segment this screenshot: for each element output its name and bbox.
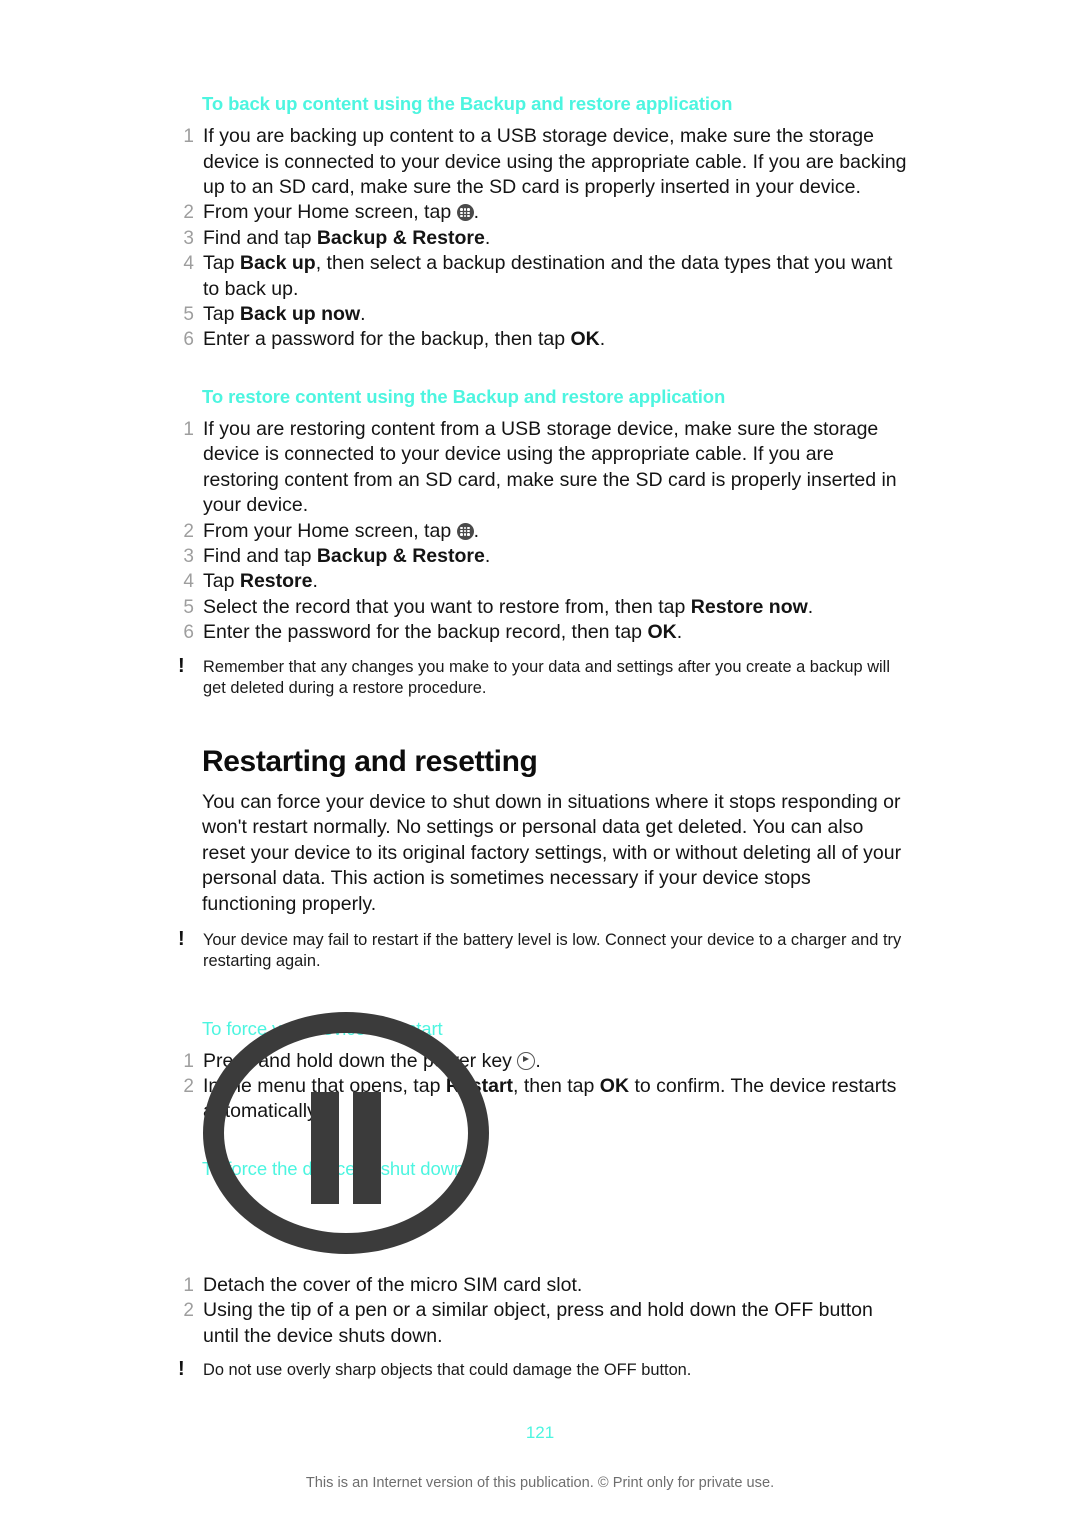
steps-restore: 1 If you are restoring content from a US…	[172, 417, 910, 646]
step-number: 3	[183, 227, 194, 249]
note-off-button-warning: ! Do not use overly sharp objects that c…	[172, 1358, 910, 1382]
intro-paragraph: You can force your device to shut down i…	[202, 790, 902, 915]
pause-in-circle-icon	[203, 1012, 489, 1254]
step-text-post: .	[312, 570, 318, 593]
step-emphasis: OK	[647, 621, 677, 644]
heading-backup-procedure: To back up content using the Backup and …	[202, 93, 733, 114]
step-text-pre: Tap	[203, 252, 240, 275]
step-number: 5	[183, 596, 194, 618]
step-text-pre: From your Home screen, tap	[203, 519, 457, 542]
step-number: 1	[183, 1275, 194, 1296]
note-battery-warning: ! Your device may fail to restart if the…	[172, 927, 910, 973]
list-item: 2 From your Home screen, tap .	[172, 200, 910, 225]
step-text-post: .	[807, 595, 814, 618]
exclamation-icon: !	[178, 1358, 185, 1381]
app-drawer-icon	[456, 204, 474, 222]
step-text-pre: Find and tap	[203, 544, 317, 567]
step-text-post: .	[360, 302, 366, 325]
step-number: 2	[183, 202, 194, 224]
step-emphasis: OK	[570, 328, 600, 351]
step-number: 5	[183, 303, 194, 325]
circle-outline	[203, 1012, 489, 1254]
list-item: 4 Tap Back up, then select a backup dest…	[172, 251, 910, 302]
list-item: 6 Enter the password for the backup reco…	[172, 620, 910, 645]
step-emphasis: Restore	[239, 570, 313, 593]
list-item: 1 If you are restoring content from a US…	[172, 417, 910, 519]
step-text-pre: Find and tap	[203, 226, 317, 249]
list-item: 1 Detach the cover of the micro SIM card…	[172, 1273, 910, 1298]
step-text-pre: Tap	[203, 302, 240, 325]
step-text: If you are restoring content from a USB …	[203, 417, 897, 517]
power-key-icon	[517, 1051, 536, 1070]
list-item: 3 Find and tap Backup & Restore.	[172, 226, 910, 251]
step-text-pre: Tap	[203, 570, 240, 593]
step-number: 2	[183, 1300, 194, 1322]
step-emphasis: Back up now	[239, 302, 361, 325]
exclamation-icon: !	[178, 654, 185, 677]
exclamation-icon: !	[178, 927, 185, 950]
step-number: 6	[183, 329, 194, 351]
step-text-pre: Enter the password for the backup record…	[203, 621, 648, 644]
step-emphasis: Back up	[239, 252, 316, 275]
step-text-post: .	[473, 519, 480, 542]
step-emphasis: Backup & Restore	[316, 544, 485, 567]
page-content-lower: 1 Detach the cover of the micro SIM card…	[172, 1273, 910, 1382]
step-text: If you are backing up content to a USB s…	[203, 125, 907, 198]
step-text: Detach the cover of the micro SIM card s…	[203, 1274, 583, 1296]
note-restore-warning: ! Remember that any changes you make to …	[172, 654, 910, 700]
note-text: Do not use overly sharp objects that cou…	[203, 1361, 692, 1380]
list-item: 5 Select the record that you want to res…	[172, 595, 910, 620]
step-number: 4	[183, 571, 194, 593]
step-text-post: .	[676, 621, 683, 644]
pause-bar-right	[353, 1092, 381, 1204]
note-text: Remember that any changes you make to yo…	[203, 657, 890, 698]
step-text-post: .	[535, 1049, 541, 1072]
step-number: 1	[183, 1050, 194, 1072]
step-emphasis: Restore now	[690, 595, 808, 618]
step-text-post: .	[484, 544, 491, 567]
step-emphasis-2: OK	[599, 1075, 630, 1098]
step-number: 2	[183, 520, 194, 542]
list-item: 3 Find and tap Backup & Restore.	[172, 544, 910, 569]
list-item: 2 Using the tip of a pen or a similar ob…	[172, 1298, 910, 1349]
page-title: Restarting and resetting	[202, 744, 538, 778]
step-text-post: .	[473, 201, 480, 224]
step-text-pre: Enter a password for the backup, then ta…	[203, 328, 571, 351]
note-text: Your device may fail to restart if the b…	[203, 930, 902, 971]
step-number: 1	[183, 418, 194, 440]
step-number: 6	[183, 622, 194, 644]
list-item: 2 From your Home screen, tap .	[172, 519, 910, 544]
list-item: 5 Tap Back up now.	[172, 302, 910, 327]
step-number: 3	[183, 545, 194, 567]
pause-bar-left	[311, 1092, 339, 1204]
step-text-mid: , then tap	[513, 1075, 600, 1098]
step-text-pre: Select the record that you want to resto…	[203, 595, 691, 618]
manual-page: To back up content using the Backup and …	[0, 0, 1080, 1527]
step-text-post: .	[599, 328, 606, 351]
footer-note: This is an Internet version of this publ…	[305, 1475, 775, 1491]
step-number: 1	[183, 126, 194, 148]
step-number: 4	[183, 253, 194, 275]
step-text-post: .	[484, 226, 491, 249]
list-item: 6 Enter a password for the backup, then …	[172, 327, 910, 352]
app-drawer-icon	[456, 522, 474, 540]
list-item: 4 Tap Restore.	[172, 569, 910, 594]
page-number: 121	[525, 1423, 555, 1442]
steps-backup: 1 If you are backing up content to a USB…	[172, 124, 910, 353]
step-number: 2	[183, 1076, 194, 1098]
list-item: 1 If you are backing up content to a USB…	[172, 124, 910, 200]
steps-force-shutdown: 1 Detach the cover of the micro SIM card…	[172, 1273, 910, 1349]
step-text: Using the tip of a pen or a similar obje…	[203, 1299, 873, 1347]
heading-restore-procedure: To restore content using the Backup and …	[202, 385, 726, 407]
step-text-pre: From your Home screen, tap	[203, 201, 457, 224]
step-emphasis: Backup & Restore	[316, 226, 485, 249]
